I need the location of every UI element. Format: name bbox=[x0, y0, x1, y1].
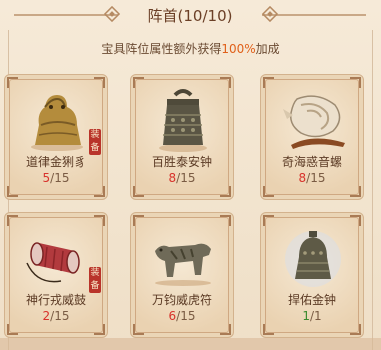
corner-ornament bbox=[7, 324, 18, 335]
treasure-name: 神行戎威鼓 bbox=[25, 293, 86, 307]
bronze-bell-icon bbox=[159, 89, 207, 152]
golden-beast-statue-icon bbox=[31, 95, 83, 151]
treasure-level: 8/15 bbox=[131, 171, 233, 185]
corner-ornament bbox=[94, 186, 105, 197]
treasure-name: 百胜泰安钟 bbox=[151, 155, 212, 169]
level-current: 6 bbox=[168, 309, 177, 323]
treasure-name: 道律金猁豸 bbox=[25, 155, 86, 169]
corner-ornament bbox=[350, 186, 361, 197]
treasure-level: 1/1 bbox=[261, 309, 363, 323]
level-max: /15 bbox=[306, 171, 326, 185]
level-max: /15 bbox=[176, 171, 196, 185]
treasure-card[interactable]: 装备 道律金猁豸 5/15 bbox=[4, 74, 108, 200]
treasure-level: 6/15 bbox=[131, 309, 233, 323]
treasure-card[interactable]: 装备 神行戎威鼓 2/15 bbox=[4, 212, 108, 338]
corner-ornament bbox=[220, 186, 231, 197]
knot-ornament-icon bbox=[262, 6, 278, 22]
corner-ornament bbox=[220, 324, 231, 335]
treasure-name: 捍佑金钟 bbox=[287, 293, 336, 307]
red-drum-icon bbox=[26, 242, 80, 283]
formation-panel: 阵首(10/10) 宝具阵位属性额外获得100%加成 装备 道律金猁豸 5/15 bbox=[0, 0, 381, 350]
treasure-level: 5/15 bbox=[5, 171, 107, 185]
panel-border-right bbox=[372, 30, 373, 350]
tiger-tally-icon bbox=[155, 243, 211, 286]
level-current: 8 bbox=[168, 171, 177, 185]
corner-ornament bbox=[263, 324, 274, 335]
treasure-card[interactable]: 奇海惑音螺 8/15 bbox=[260, 74, 364, 200]
level-current: 5 bbox=[42, 171, 51, 185]
treasure-name: 万钧威虎符 bbox=[151, 293, 212, 307]
bonus-text-suffix: 加成 bbox=[255, 42, 280, 56]
treasure-name: 奇海惑音螺 bbox=[281, 155, 342, 169]
bonus-text-prefix: 宝具阵位属性额外获得 bbox=[101, 42, 222, 56]
corner-ornament bbox=[350, 324, 361, 335]
treasure-level: 8/15 bbox=[261, 171, 363, 185]
panel-bottom-edge bbox=[0, 338, 381, 350]
equipped-tag: 装备 bbox=[89, 129, 101, 155]
corner-ornament bbox=[263, 186, 274, 197]
level-max: /15 bbox=[50, 171, 70, 185]
equipped-tag: 装备 bbox=[89, 267, 101, 293]
page-title: 阵首(10/10) bbox=[147, 7, 233, 25]
level-max: /15 bbox=[176, 309, 196, 323]
level-current: 2 bbox=[42, 309, 51, 323]
level-current: 8 bbox=[298, 171, 307, 185]
conch-shell-icon bbox=[283, 95, 345, 149]
header-ornament-left bbox=[14, 14, 118, 16]
corner-ornament bbox=[133, 324, 144, 335]
treasure-card[interactable]: 万钧威虎符 6/15 bbox=[130, 212, 234, 338]
level-max: /15 bbox=[50, 309, 70, 323]
treasure-level: 2/15 bbox=[5, 309, 107, 323]
level-max: /1 bbox=[309, 309, 322, 323]
bonus-percentage: 100% bbox=[221, 42, 256, 56]
bonus-description: 宝具阵位属性额外获得100%加成 bbox=[0, 40, 381, 57]
corner-ornament bbox=[94, 324, 105, 335]
treasure-card[interactable]: 捍佑金钟 1/1 bbox=[260, 212, 364, 338]
golden-bell-icon bbox=[285, 231, 341, 287]
level-current: 1 bbox=[302, 309, 310, 323]
treasure-card[interactable]: 百胜泰安钟 8/15 bbox=[130, 74, 234, 200]
corner-ornament bbox=[133, 186, 144, 197]
corner-ornament bbox=[7, 186, 18, 197]
